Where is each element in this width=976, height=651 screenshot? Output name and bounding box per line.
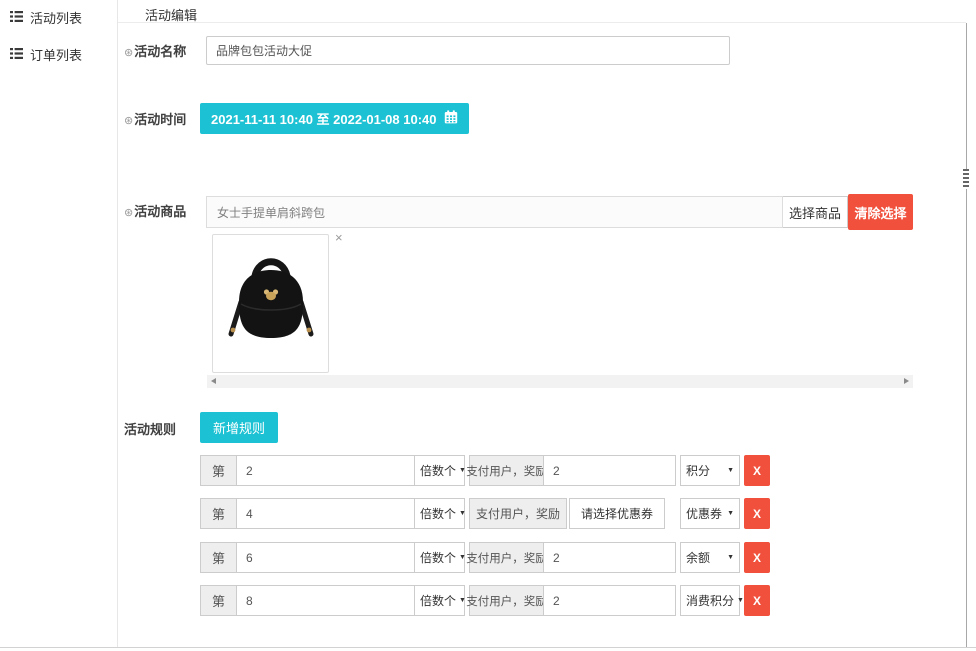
list-icon [10,10,23,25]
rule-reward-input[interactable] [543,585,676,616]
rule-unit-select[interactable]: 倍数个 ▼ [414,498,465,529]
rule-reward-input[interactable] [543,542,676,573]
sidebar-item-label: 订单列表 [30,45,82,64]
handbag-image [224,244,318,363]
list-icon [10,47,23,62]
rule-unit-select[interactable]: 倍数个 ▼ [414,542,465,573]
rule-row: 第 倍数个 ▼ 支付用户，奖励 余额 ▼ X [200,542,770,573]
rule-unit-select[interactable]: 倍数个 ▼ [414,585,465,616]
rule-reward-label-button[interactable]: 支付用户，奖励 [469,498,567,529]
rule-reward-group: 支付用户，奖励 [469,542,676,573]
rule-unit-value: 倍数个 [420,505,456,522]
sidebar-item-label: 活动列表 [30,8,82,27]
caret-down-icon: ▼ [737,597,744,604]
rule-count-input[interactable] [236,498,415,529]
rule-reward-label: 支付用户，奖励 [469,542,544,573]
rule-type-value: 积分 [686,462,710,479]
select-product-button[interactable]: 选择商品 [783,196,848,228]
rule-count-input[interactable] [236,542,415,573]
time-range-value: 2021-11-11 10:40 至 2022-01-08 10:40 [211,109,437,128]
select-coupon-button[interactable]: 请选择优惠券 [569,498,665,529]
activity-time-label: ⊛活动时间 [124,109,186,128]
calendar-icon [444,110,458,127]
rule-type-value: 优惠券 [686,505,722,522]
content-right-border [966,23,967,647]
caret-down-icon: ▼ [459,510,466,517]
rule-reward-label: 支付用户，奖励 [469,585,544,616]
rule-unit-value: 倍数个 [420,549,456,566]
horizontal-scrollbar[interactable] [207,375,913,388]
caret-down-icon: ▼ [459,467,466,474]
scroll-right-icon[interactable] [904,378,909,384]
activity-name-label: ⊛活动名称 [124,41,186,60]
rule-reward-input[interactable] [543,455,676,486]
rule-row: 第 倍数个 ▼ 支付用户，奖励 请选择优惠券 优惠券 ▼ X [200,498,770,529]
rule-type-value: 余额 [686,549,710,566]
rule-delete-button[interactable]: X [744,585,770,616]
rule-delete-button[interactable]: X [744,542,770,573]
rule-unit-value: 倍数个 [420,462,456,479]
caret-down-icon: ▼ [727,467,734,474]
caret-down-icon: ▼ [459,597,466,604]
rule-delete-button[interactable]: X [744,455,770,486]
tab-bar: 活动编辑 [118,0,966,23]
rule-count-input[interactable] [236,455,415,486]
rule-type-select[interactable]: 优惠券 ▼ [680,498,740,529]
required-mark-icon: ⊛ [124,115,133,127]
rule-row: 第 倍数个 ▼ 支付用户，奖励 消费积分 ▼ X [200,585,770,616]
rule-type-select[interactable]: 余额 ▼ [680,542,740,573]
rule-prefix-label: 第 [200,585,237,616]
rule-row: 第 倍数个 ▼ 支付用户，奖励 积分 ▼ X [200,455,770,486]
activity-time-button[interactable]: 2021-11-11 10:40 至 2022-01-08 10:40 [200,103,469,134]
rule-reward-label: 支付用户，奖励 [469,455,544,486]
sidebar-item-activity-list[interactable]: 活动列表 [10,5,117,29]
rule-reward-group: 支付用户，奖励 [469,455,676,486]
rule-type-value: 消费积分 [686,592,734,609]
rule-type-select[interactable]: 积分 ▼ [680,455,740,486]
activity-product-label: ⊛活动商品 [124,201,186,220]
rule-delete-button[interactable]: X [744,498,770,529]
product-name-input[interactable] [206,196,783,228]
vertical-scrollbar-thumb[interactable] [963,169,969,189]
rule-count-input[interactable] [236,585,415,616]
rule-prefix-label: 第 [200,542,237,573]
rule-reward-group: 支付用户，奖励 请选择优惠券 [469,498,676,529]
rule-unit-select[interactable]: 倍数个 ▼ [414,455,465,486]
required-mark-icon: ⊛ [124,207,133,219]
required-mark-icon: ⊛ [124,47,133,59]
remove-product-icon[interactable]: × [335,231,343,244]
activity-name-input[interactable] [206,36,730,65]
sidebar: 活动列表 订单列表 [0,0,118,648]
caret-down-icon: ▼ [727,554,734,561]
activity-rules-label: 活动规则 [124,419,176,438]
scroll-left-icon[interactable] [211,378,216,384]
rule-prefix-label: 第 [200,455,237,486]
caret-down-icon: ▼ [459,554,466,561]
caret-down-icon: ▼ [727,510,734,517]
sidebar-item-order-list[interactable]: 订单列表 [10,42,117,66]
rule-prefix-label: 第 [200,498,237,529]
page-bottom-border [0,647,976,648]
product-thumbnail [212,234,329,373]
tab-activity-edit[interactable]: 活动编辑 [145,5,197,24]
add-rule-button[interactable]: 新增规则 [200,412,278,443]
rule-unit-value: 倍数个 [420,592,456,609]
rule-reward-group: 支付用户，奖励 [469,585,676,616]
product-input-group: 选择商品 清除选择 [206,196,913,228]
clear-selection-button[interactable]: 清除选择 [848,194,913,230]
rule-type-select[interactable]: 消费积分 ▼ [680,585,740,616]
